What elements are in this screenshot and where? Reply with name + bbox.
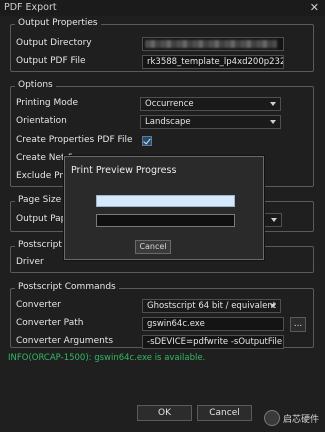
printing-mode-label: Printing Mode [16, 98, 79, 108]
window-titlebar: PDF Export ✕ [0, 0, 325, 16]
progress-bar-1 [96, 195, 235, 207]
output-directory-label: Output Directory [16, 38, 92, 48]
chevron-down-icon [270, 304, 276, 308]
output-paper-select[interactable] [264, 213, 282, 227]
converter-value: Ghostscript 64 bit / equivalent [147, 301, 277, 311]
output-directory-field[interactable] [142, 37, 284, 51]
orientation-select[interactable]: Landscape [140, 115, 281, 129]
cancel-button[interactable]: Cancel [197, 405, 252, 421]
dialog-cancel-button[interactable]: Cancel [135, 240, 171, 254]
info-message: INFO(ORCAP-1500): gswin64c.exe is availa… [8, 353, 206, 363]
dialog-title: Print Preview Progress [71, 165, 177, 176]
watermark: 启芯硬件 [263, 409, 319, 427]
output-pdf-file-label: Output PDF File [16, 56, 86, 66]
output-pdf-file-row: Output PDF File rk3588_template_lp4xd200… [16, 55, 314, 70]
orientation-value: Landscape [145, 117, 191, 127]
create-properties-checkbox[interactable] [142, 136, 152, 146]
create-properties-label: Create Properties PDF File [16, 135, 133, 145]
converter-arguments-label: Converter Arguments [16, 336, 114, 346]
output-directory-row: Output Directory [16, 37, 314, 52]
print-preview-progress-dialog: Print Preview Progress Cancel [64, 156, 264, 260]
converter-arguments-row: Converter Arguments -sDEVICE=pdfwrite -s… [16, 335, 314, 350]
window-title: PDF Export [4, 2, 57, 13]
chevron-down-icon [270, 120, 276, 124]
chevron-down-icon [270, 102, 276, 106]
converter-arguments-field[interactable]: -sDEVICE=pdfwrite -sOutputFile=$::o [142, 335, 284, 349]
group-title-options: Options [15, 80, 56, 90]
converter-row: Converter Ghostscript 64 bit / equivalen… [16, 299, 314, 314]
printing-mode-select[interactable]: Occurrence [140, 97, 281, 111]
printing-mode-value: Occurrence [145, 99, 194, 109]
watermark-text: 启芯硬件 [282, 414, 319, 425]
chevron-down-icon [271, 218, 277, 222]
ok-button[interactable]: OK [137, 405, 192, 421]
browse-button[interactable]: ... [290, 317, 306, 332]
converter-select[interactable]: Ghostscript 64 bit / equivalent [142, 299, 281, 313]
output-pdf-file-field[interactable]: rk3588_template_lp4xd200p232sd8_4 [142, 55, 284, 69]
orientation-label: Orientation [16, 116, 67, 126]
converter-label: Converter [16, 300, 61, 310]
converter-path-field[interactable]: gswin64c.exe [142, 317, 284, 331]
group-title-output: Output Properties [15, 18, 101, 28]
progress-bar-2 [96, 214, 235, 227]
create-properties-row: Create Properties PDF File [16, 134, 314, 149]
wechat-logo-icon [263, 410, 280, 426]
driver-label: Driver [16, 257, 44, 267]
converter-path-label: Converter Path [16, 318, 84, 328]
orientation-row: Orientation Landscape [16, 115, 314, 130]
group-title-page-size: Page Size [15, 195, 65, 205]
printing-mode-row: Printing Mode Occurrence [16, 97, 314, 112]
converter-path-row: Converter Path gswin64c.exe ... [16, 317, 314, 332]
group-title-postscript-commands: Postscript Commands [15, 282, 119, 292]
redacted-text [145, 40, 277, 48]
close-icon[interactable]: ✕ [310, 1, 319, 14]
